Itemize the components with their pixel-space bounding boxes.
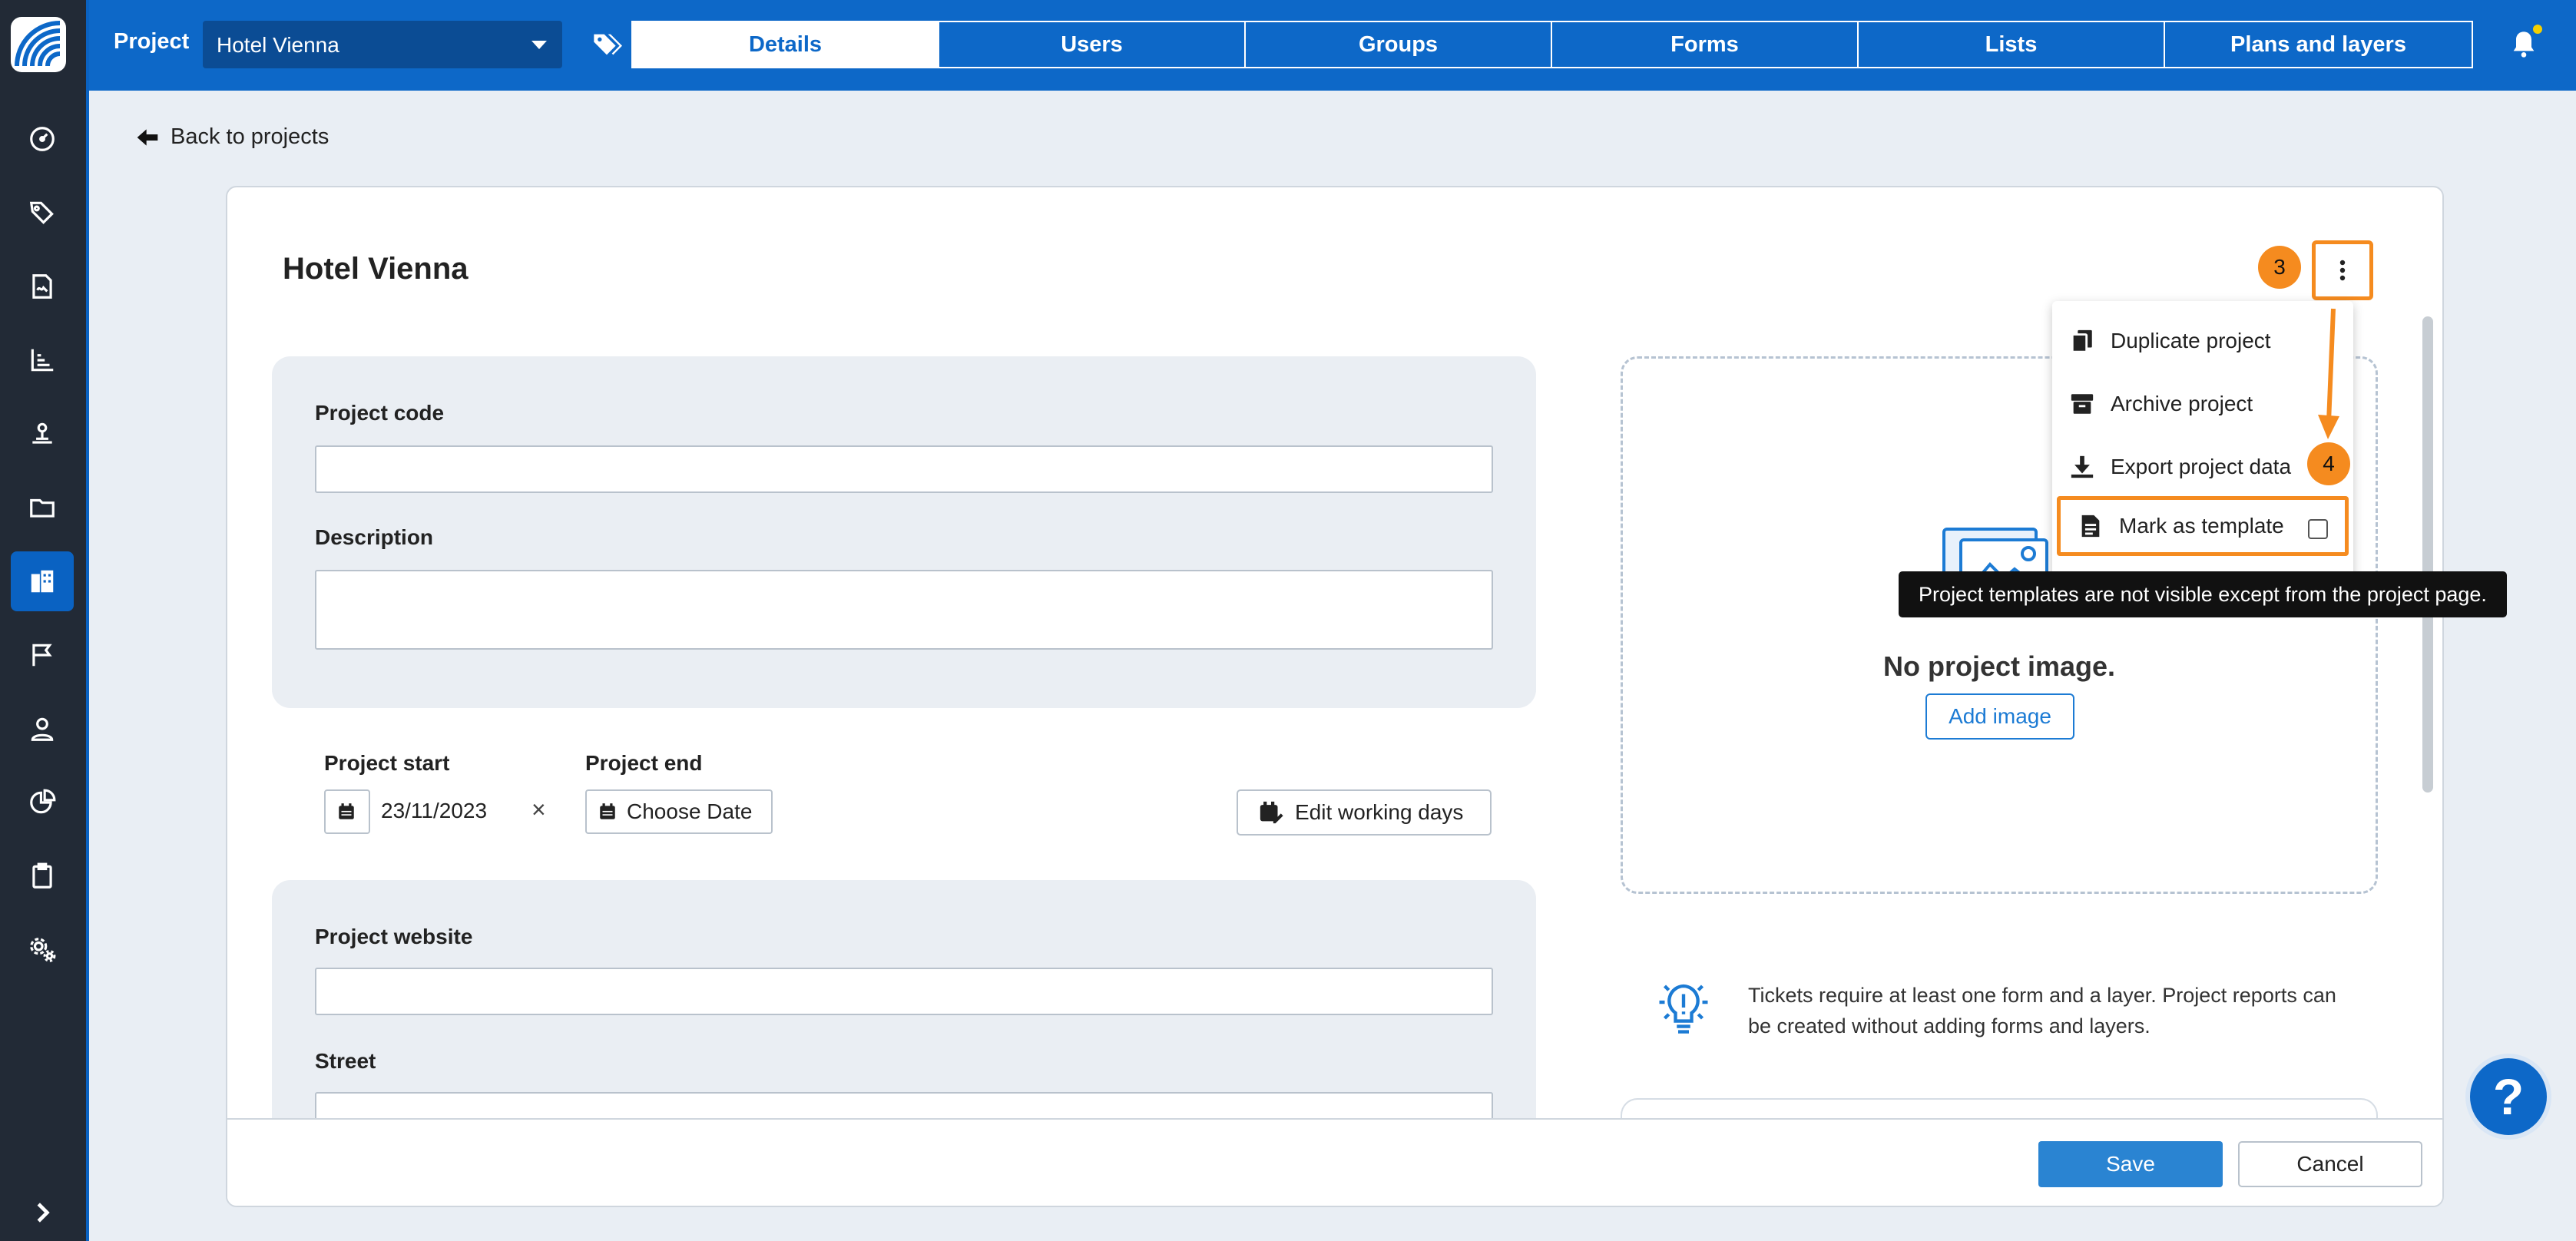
project-tabs: Details Users Groups Forms Lists Plans a…	[631, 21, 2473, 68]
save-button[interactable]: Save	[2038, 1141, 2223, 1187]
no-image-text: No project image.	[1882, 650, 2116, 682]
content-scrollbar[interactable]	[2422, 316, 2433, 793]
tags-icon[interactable]	[591, 29, 622, 60]
step-3-badge: 3	[2258, 246, 2301, 289]
sidebar-item-signature[interactable]	[11, 256, 74, 316]
project-code-input[interactable]	[315, 445, 1493, 493]
arrow-left-icon	[137, 128, 158, 146]
download-icon	[2071, 455, 2094, 478]
signature-icon	[32, 274, 52, 299]
tab-lists[interactable]: Lists	[1859, 22, 2165, 67]
street-label: Street	[315, 1049, 376, 1073]
project-end-date-picker[interactable]: Choose Date	[585, 789, 773, 834]
back-link-label: Back to projects	[171, 124, 329, 149]
edit-working-days-label: Edit working days	[1295, 800, 1464, 824]
sidebar-item-users[interactable]	[11, 699, 74, 759]
form-footer: Save Cancel	[227, 1118, 2442, 1206]
archive-icon	[2071, 394, 2094, 414]
project-start-calendar-button[interactable]	[324, 789, 370, 834]
project-website-input[interactable]	[315, 968, 1493, 1015]
tab-plans-and-layers[interactable]: Plans and layers	[2165, 22, 2472, 67]
project-end-value: Choose Date	[627, 799, 753, 823]
tab-details[interactable]: Details	[633, 22, 939, 67]
file-icon	[2081, 515, 2100, 538]
tab-users[interactable]: Users	[939, 22, 1246, 67]
flag-icon	[32, 644, 52, 667]
sidebar-item-reports[interactable]	[11, 330, 74, 390]
annotation-arrow	[2318, 308, 2339, 439]
folder-icon	[30, 498, 55, 518]
project-start-value[interactable]: 23/11/2023	[381, 799, 487, 823]
more-vertical-icon	[2339, 260, 2346, 281]
app-logo[interactable]	[11, 17, 66, 72]
notification-badge	[2531, 23, 2544, 35]
settings-icon	[30, 938, 56, 962]
tab-forms[interactable]: Forms	[1552, 22, 1859, 67]
project-selector-value: Hotel Vienna	[217, 33, 339, 57]
description-label: Description	[315, 525, 434, 549]
sidebar-item-location[interactable]	[11, 404, 74, 464]
menu-item-label: Duplicate project	[2111, 329, 2271, 352]
clipboard-icon	[32, 862, 52, 889]
chevron-right-icon	[37, 1203, 50, 1223]
tab-groups[interactable]: Groups	[1246, 22, 1552, 67]
project-end-label: Project end	[585, 751, 703, 775]
project-actions-menu-button[interactable]	[2312, 240, 2373, 300]
add-image-button[interactable]: Add image	[1925, 693, 2074, 740]
sidebar-item-tasks[interactable]	[11, 846, 74, 906]
page-title: Hotel Vienna	[283, 252, 469, 286]
header-label: Project	[114, 29, 190, 54]
help-button[interactable]: ?	[2470, 1058, 2547, 1135]
menu-item-label: Mark as template	[2119, 514, 2284, 538]
calendar-icon	[600, 803, 615, 819]
tags-icon	[29, 201, 54, 224]
buildings-icon	[31, 570, 54, 593]
lightbulb-icon	[1659, 984, 1708, 1034]
sidebar-item-settings[interactable]	[11, 920, 74, 980]
template-tooltip: Project templates are not visible except…	[1899, 571, 2507, 617]
user-icon	[31, 717, 54, 741]
sidebar-item-statistics[interactable]	[11, 773, 74, 832]
top-bar: Project Hotel Vienna Details Users Group…	[89, 0, 2576, 91]
caret-down-icon	[531, 41, 547, 49]
pie-chart-icon	[30, 789, 56, 814]
project-start-label: Project start	[324, 751, 450, 775]
project-code-label: Project code	[315, 401, 445, 425]
sidebar-item-files[interactable]	[11, 478, 74, 538]
sidebar	[0, 0, 89, 1241]
tip-text: Tickets require at least one form and a …	[1748, 984, 2336, 1037]
code-description-panel: Project code Description	[272, 356, 1536, 708]
calendar-icon	[339, 803, 354, 819]
description-textarea[interactable]	[315, 570, 1493, 650]
menu-item-label: Archive project	[2111, 392, 2253, 415]
dashboard-icon	[30, 127, 55, 151]
menu-item-label: Export project data	[2111, 455, 2292, 478]
mark-as-template-checkbox[interactable]	[2308, 519, 2328, 539]
copy-icon	[2071, 329, 2092, 353]
sidebar-item-dashboard[interactable]	[11, 109, 74, 169]
project-website-label: Project website	[315, 925, 473, 948]
chart-icon	[31, 349, 54, 372]
cancel-button[interactable]: Cancel	[2238, 1141, 2422, 1187]
sidebar-expand-toggle[interactable]	[11, 1183, 74, 1241]
project-selector[interactable]: Hotel Vienna	[203, 21, 562, 68]
edit-working-days-button[interactable]: Edit working days	[1237, 789, 1492, 836]
sidebar-item-projects[interactable]	[11, 551, 74, 611]
calendar-edit-icon	[1260, 801, 1283, 824]
step-4-badge: 4	[2307, 442, 2350, 485]
menu-item-mark-as-template[interactable]: Mark as template	[2057, 496, 2349, 556]
back-to-projects-link[interactable]: Back to projects	[135, 124, 329, 150]
sidebar-item-tags[interactable]	[11, 183, 74, 243]
sidebar-item-milestones[interactable]	[11, 625, 74, 685]
location-pin-icon	[32, 422, 52, 444]
clear-start-date-button[interactable]: ×	[531, 796, 546, 824]
